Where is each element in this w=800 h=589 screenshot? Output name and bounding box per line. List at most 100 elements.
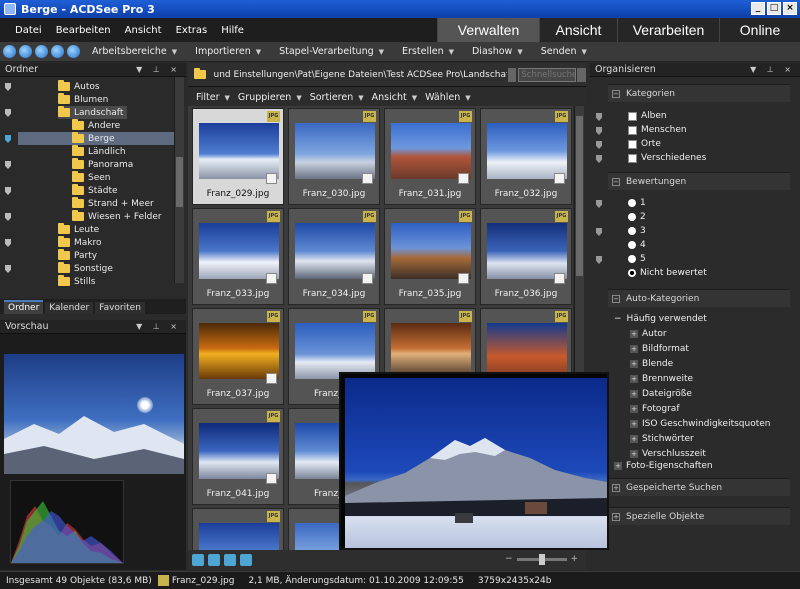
radio-selected[interactable] <box>628 269 636 277</box>
section-spezielle-objekte[interactable]: + Spezielle Objekte <box>608 507 790 525</box>
menu-bearbeiten[interactable]: Bearbeiten <box>49 25 118 36</box>
folder-berge[interactable]: Berge <box>18 132 174 145</box>
select-checkbox[interactable] <box>362 273 373 284</box>
folder-strand-meer[interactable]: Strand + Meer <box>72 197 154 210</box>
rating-none[interactable]: Nicht bewertet <box>628 266 707 280</box>
folder-blumen[interactable]: Blumen <box>58 93 108 106</box>
folder-makro[interactable]: Makro <box>58 236 102 249</box>
pin-icon[interactable] <box>596 127 602 135</box>
thumbnail-item[interactable]: JPG Franz_030.jpg <box>288 108 380 205</box>
auto-group-haeufig[interactable]: − Häufig verwendet <box>614 312 707 326</box>
search-dropdown-button[interactable] <box>577 67 586 82</box>
toolbar-erstellen[interactable]: Erstellen ▼ <box>402 46 454 57</box>
expand-icon[interactable]: + <box>630 450 638 458</box>
rating-4[interactable]: 4 <box>628 238 646 252</box>
zoom-knob[interactable] <box>538 553 545 565</box>
thumbnail-item[interactable]: JPG Franz_032.jpg <box>480 108 572 205</box>
collapse-icon[interactable]: − <box>614 314 622 324</box>
folder-leute[interactable]: Leute <box>58 223 99 236</box>
zoom-track[interactable] <box>516 553 567 565</box>
menu-datei[interactable]: Datei <box>8 25 49 36</box>
auto-autor[interactable]: + Autor <box>630 327 667 341</box>
thumbnail-item[interactable]: JPG Franz_029.jpg <box>192 108 284 205</box>
select-checkbox[interactable] <box>266 373 277 384</box>
pin-icon[interactable] <box>5 239 11 247</box>
panel-controls-icon[interactable]: ▼ ⊥ × <box>136 65 181 74</box>
up-icon[interactable] <box>51 45 64 58</box>
expand-icon[interactable]: + <box>630 390 638 398</box>
thumbnail-item[interactable]: JPG Franz_031.jpg <box>384 108 476 205</box>
auto-brennweite[interactable]: + Brennweite <box>630 372 693 386</box>
rating-3[interactable]: 3 <box>628 224 646 238</box>
tab-favoriten[interactable]: Favoriten <box>95 302 145 314</box>
menu-hilfe[interactable]: Hilfe <box>214 25 251 36</box>
select-checkbox[interactable] <box>266 273 277 284</box>
folder-scrollbar[interactable] <box>174 77 184 283</box>
expand-icon[interactable]: + <box>630 360 638 368</box>
toolbar-diashow[interactable]: Diashow ▼ <box>472 46 523 57</box>
radio[interactable] <box>628 213 636 221</box>
photo-properties[interactable]: + Foto-Eigenschaften <box>614 459 713 473</box>
folder-sonstige[interactable]: Sonstige <box>58 262 113 275</box>
path-dropdown-button[interactable] <box>507 67 517 82</box>
expand-icon[interactable]: + <box>630 405 638 413</box>
category-alben[interactable]: Alben <box>628 109 667 123</box>
expand-icon[interactable]: + <box>630 420 638 428</box>
folder-party[interactable]: Party <box>58 249 97 262</box>
pin-icon[interactable] <box>5 135 11 143</box>
expand-icon[interactable]: + <box>612 483 620 492</box>
grid-scrollbar-thumb[interactable] <box>576 116 583 276</box>
section-auto-kategorien[interactable]: − Auto-Kategorien <box>608 289 790 307</box>
panel-controls-icon[interactable]: ▼ ⊥ × <box>136 322 181 331</box>
folder-landschaft[interactable]: Landschaft <box>58 106 128 119</box>
menu-ansicht[interactable]: Ansicht <box>118 25 169 36</box>
select-checkbox[interactable] <box>266 173 277 184</box>
folder-autos[interactable]: Autos <box>58 80 100 93</box>
maximize-button[interactable]: □ <box>767 2 781 15</box>
toolbar-senden[interactable]: Senden ▼ <box>541 46 587 57</box>
back-icon[interactable] <box>19 45 32 58</box>
thumbnail-view-icon[interactable] <box>192 554 204 566</box>
select-menu[interactable]: Wählen ▼ <box>425 92 471 103</box>
tab-ansicht[interactable]: Ansicht <box>539 18 617 42</box>
rotate-left-icon[interactable] <box>208 554 220 566</box>
panel-controls-icon[interactable]: ▼ ⊥ × <box>750 65 795 74</box>
rating-1[interactable]: 1 <box>628 196 646 210</box>
thumbnail-item[interactable]: JPG <box>192 508 284 550</box>
pin-icon[interactable] <box>596 155 602 163</box>
auto-blende[interactable]: + Blende <box>630 357 673 371</box>
group-menu[interactable]: Gruppieren ▼ <box>238 92 302 103</box>
tab-ordner[interactable]: Ordner <box>4 300 44 314</box>
pin-icon[interactable] <box>5 265 11 273</box>
category-orte[interactable]: Orte <box>628 137 661 151</box>
forward-icon[interactable] <box>35 45 48 58</box>
auto-bildformat[interactable]: + Bildformat <box>630 342 689 356</box>
auto-iso[interactable]: + ISO Geschwindigkeitsquoten <box>630 417 771 431</box>
auto-dateigroesse[interactable]: + Dateigröße <box>630 387 692 401</box>
expand-icon[interactable]: + <box>630 345 638 353</box>
radio[interactable] <box>628 241 636 249</box>
pin-icon[interactable] <box>5 109 11 117</box>
close-button[interactable]: × <box>783 2 797 15</box>
zoom-slider[interactable]: − + <box>505 552 587 566</box>
pin-icon[interactable] <box>5 83 11 91</box>
auto-fotograf[interactable]: + Fotograf <box>630 402 680 416</box>
expand-icon[interactable]: + <box>630 435 638 443</box>
category-menschen[interactable]: Menschen <box>628 123 687 137</box>
zoom-in-icon[interactable]: + <box>571 554 579 564</box>
menu-extras[interactable]: Extras <box>169 25 215 36</box>
collapse-icon[interactable]: − <box>612 177 620 186</box>
filter-menu[interactable]: Filter ▼ <box>196 92 230 103</box>
pin-icon[interactable] <box>596 200 602 208</box>
collapse-icon[interactable]: − <box>612 294 620 303</box>
thumbnail-item[interactable]: JPG Franz_036.jpg <box>480 208 572 305</box>
view-menu[interactable]: Ansicht ▼ <box>372 92 417 103</box>
folder-seen[interactable]: Seen <box>72 171 111 184</box>
zoom-out-icon[interactable]: − <box>505 554 513 564</box>
section-gespeicherte-suchen[interactable]: + Gespeicherte Suchen <box>608 478 790 496</box>
pin-icon[interactable] <box>5 161 11 169</box>
checkbox[interactable] <box>628 139 637 149</box>
tab-kalender[interactable]: Kalender <box>45 302 94 314</box>
quick-search-input[interactable] <box>518 67 577 82</box>
pin-icon[interactable] <box>596 256 602 264</box>
